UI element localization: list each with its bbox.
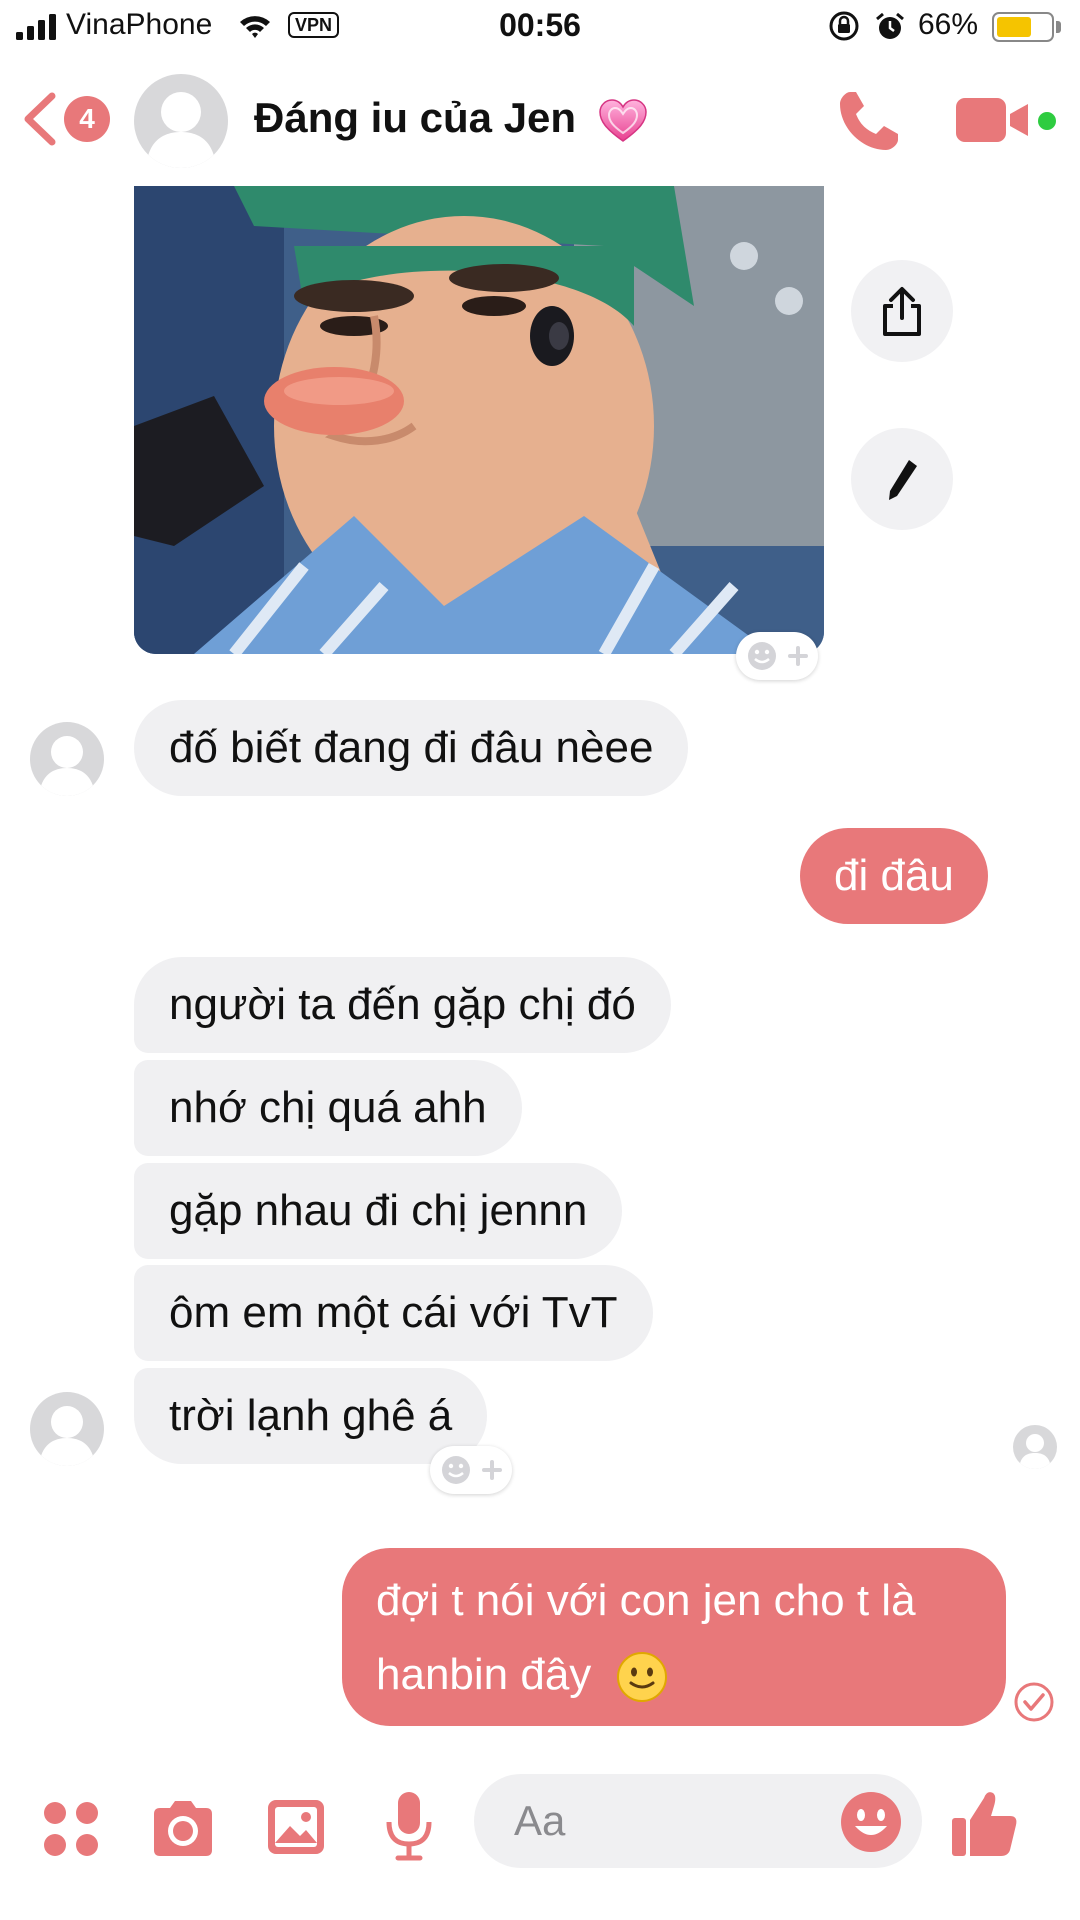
gallery-image-icon[interactable]: [266, 1796, 326, 1858]
thumbs-up-icon[interactable]: [950, 1788, 1020, 1860]
message-line: đợi t nói với con jen cho t là: [376, 1576, 916, 1625]
back-button[interactable]: 4: [22, 86, 114, 150]
status-bar: VinaPhone VPN 00:56 66%: [0, 0, 1080, 56]
battery-percentage: 66%: [918, 8, 979, 41]
unread-count-badge: 4: [64, 96, 110, 142]
incoming-message[interactable]: trời lạnh ghê á: [134, 1368, 488, 1464]
delivered-check-icon: [1014, 1682, 1054, 1722]
chat-header: 4 Đáng iu của Jen: [0, 56, 1080, 186]
seen-receipt-avatar: [1013, 1425, 1057, 1469]
video-call-icon[interactable]: [956, 96, 1030, 144]
message-composer: [0, 1770, 1080, 1920]
pencil-icon: [889, 460, 917, 500]
camera-icon[interactable]: [150, 1798, 216, 1858]
battery-icon: [992, 12, 1054, 42]
add-reaction-icon: [442, 1456, 502, 1484]
incoming-message[interactable]: ôm em một cái với TvT: [134, 1265, 653, 1361]
contact-name[interactable]: Đáng iu của Jen: [254, 94, 648, 143]
chevron-left-icon: [24, 92, 56, 146]
share-button[interactable]: [851, 260, 953, 362]
sender-avatar[interactable]: [30, 1392, 104, 1466]
message-input[interactable]: [514, 1792, 814, 1850]
add-reaction-icon: [748, 642, 808, 670]
message-line: hanbin đây: [376, 1638, 972, 1712]
emoji-icon[interactable]: [839, 1790, 903, 1854]
incoming-message[interactable]: người ta đến gặp chị đó: [134, 957, 671, 1053]
person-silhouette-icon: [146, 92, 216, 168]
outgoing-message[interactable]: đợi t nói với con jen cho t là hanbin đâ…: [342, 1548, 1006, 1726]
battery-level: [997, 17, 1032, 37]
person-silhouette-icon: [39, 1406, 95, 1466]
outgoing-message[interactable]: đi đâu: [800, 828, 988, 924]
contact-name-text: Đáng iu của Jen: [254, 94, 577, 141]
incoming-message[interactable]: gặp nhau đi chị jennn: [134, 1163, 623, 1259]
battery-tip: [1056, 21, 1061, 33]
apps-grid-icon[interactable]: [42, 1800, 100, 1858]
pink-heart-icon: [598, 99, 647, 142]
person-silhouette-icon: [1019, 1434, 1051, 1469]
sender-avatar[interactable]: [30, 722, 104, 796]
incoming-message[interactable]: nhớ chị quá ahh: [134, 1060, 522, 1156]
alarm-icon: [876, 12, 904, 39]
shared-photo[interactable]: [134, 186, 824, 654]
incoming-message[interactable]: đố biết đang đi đâu nèee: [134, 700, 689, 796]
photo-image: [134, 186, 824, 654]
online-status-dot: [1038, 112, 1056, 130]
message-line-text: hanbin đây: [376, 1650, 592, 1699]
add-reaction-button[interactable]: [430, 1446, 512, 1494]
share-icon: [883, 287, 921, 336]
edit-button[interactable]: [851, 428, 953, 530]
microphone-icon[interactable]: [384, 1790, 434, 1862]
add-reaction-button[interactable]: [736, 632, 818, 680]
message-input-field[interactable]: [474, 1774, 922, 1868]
person-silhouette-icon: [39, 736, 95, 796]
phone-call-icon[interactable]: [836, 88, 902, 154]
contact-avatar[interactable]: [134, 74, 228, 168]
slightly-smiling-face-icon: [616, 1652, 667, 1703]
rotation-lock-icon: [829, 11, 859, 41]
